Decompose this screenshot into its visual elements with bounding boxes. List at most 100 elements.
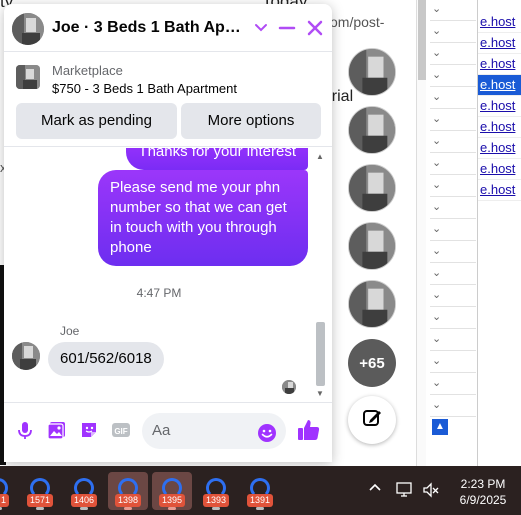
- outgoing-message: Thanks for your interest: [126, 148, 308, 170]
- bg-link-column: e.host e.host e.host e.host e.host e.hos…: [477, 0, 521, 466]
- mark-as-pending-button[interactable]: Mark as pending: [16, 103, 177, 139]
- app-badge: 1: [0, 494, 10, 507]
- app-badge: 1571: [27, 494, 54, 507]
- chevron-icon: ⌄: [432, 135, 442, 147]
- chevron-icon: ⌄: [432, 267, 442, 279]
- svg-text:GIF: GIF: [114, 427, 127, 436]
- taskbar-app-active[interactable]: 1395: [152, 472, 192, 510]
- chevron-down-icon[interactable]: [254, 18, 268, 38]
- app-badge: 1393: [203, 494, 230, 507]
- bg-row: ⌄: [430, 286, 476, 307]
- new-message-button[interactable]: [348, 396, 396, 444]
- contact-avatar[interactable]: [12, 13, 44, 45]
- chat-head-avatar[interactable]: [348, 280, 396, 328]
- bg-row: ⌄: [430, 264, 476, 285]
- bg-chevron-column: ⌄ ⌄ ⌄ ⌄ ⌄ ⌄ ⌄ ⌄ ⌄ ⌄ ⌄ ⌄ ⌄ ⌄ ⌄ ⌄ ⌄ ⌄ ⌄: [430, 0, 476, 466]
- running-indicator: [168, 507, 176, 510]
- bg-link[interactable]: e.host: [478, 33, 521, 54]
- sender-name: Joe: [60, 324, 80, 338]
- running-indicator: [36, 507, 44, 510]
- page-scrollbar-thumb[interactable]: [418, 0, 426, 80]
- sticker-icon[interactable]: [78, 419, 100, 441]
- chat-scrollbar[interactable]: ▲ ▼: [314, 152, 326, 398]
- taskbar-app[interactable]: 1: [0, 472, 18, 510]
- bg-link[interactable]: e.host: [478, 54, 521, 75]
- emoji-icon[interactable]: [256, 422, 278, 444]
- microphone-icon[interactable]: [14, 419, 36, 441]
- app-badge: 1395: [159, 494, 186, 507]
- scroll-up-button[interactable]: ▲: [432, 419, 448, 435]
- close-icon[interactable]: [304, 16, 326, 40]
- photo-icon[interactable]: [46, 419, 68, 441]
- system-clock[interactable]: 2:23 PM 6/9/2025: [452, 476, 514, 508]
- chat-head-avatar[interactable]: [348, 164, 396, 212]
- running-indicator: [124, 507, 132, 510]
- bg-row: ⌄: [430, 66, 476, 87]
- chat-head-avatar[interactable]: [348, 222, 396, 270]
- bg-link-selected[interactable]: e.host: [478, 75, 521, 96]
- seen-receipt-avatar: [282, 380, 296, 394]
- page-scrollbar[interactable]: [416, 0, 426, 466]
- listing-thumbnail[interactable]: [16, 65, 40, 89]
- bg-row: ⌄: [430, 110, 476, 131]
- volume-muted-icon[interactable]: [422, 482, 440, 501]
- chat-head-avatar[interactable]: [348, 48, 396, 96]
- bg-link[interactable]: e.host: [478, 159, 521, 180]
- chevron-icon: ⌄: [432, 355, 442, 367]
- chevron-up-icon[interactable]: [368, 480, 382, 497]
- sender-avatar[interactable]: [12, 342, 40, 370]
- running-indicator: [212, 507, 220, 510]
- chat-scrollbar-thumb[interactable]: [316, 322, 325, 386]
- outgoing-message: Please send me your phn number so that w…: [98, 170, 308, 266]
- conversation-title[interactable]: Joe · 3 Beds 1 Bath Apartm…: [52, 19, 248, 37]
- chat-header: Joe · 3 Beds 1 Bath Apartm…: [4, 4, 332, 52]
- gif-icon[interactable]: GIF: [110, 419, 132, 441]
- chevron-icon: ⌄: [432, 69, 442, 81]
- message-input[interactable]: Aa: [142, 413, 286, 449]
- chevron-icon: ⌄: [432, 289, 442, 301]
- chevron-icon: ⌄: [432, 91, 442, 103]
- chevron-icon: ⌄: [432, 25, 442, 37]
- chevron-icon: ⌄: [432, 399, 442, 411]
- listing-title[interactable]: $750 - 3 Beds 1 Bath Apartment: [52, 81, 237, 96]
- scroll-down-arrow-icon[interactable]: ▼: [316, 389, 324, 398]
- bg-row: ⌄: [430, 0, 476, 21]
- bg-row: ⌄: [430, 308, 476, 329]
- scroll-up-arrow-icon[interactable]: ▲: [316, 152, 324, 161]
- marketplace-listing-card: Marketplace $750 - 3 Beds 1 Bath Apartme…: [4, 53, 332, 147]
- chevron-icon: ⌄: [432, 223, 442, 235]
- bg-row: ⌄: [430, 220, 476, 241]
- chevron-icon: ⌄: [432, 333, 442, 345]
- bg-link[interactable]: e.host: [478, 180, 521, 201]
- taskbar-app[interactable]: 1393: [196, 472, 236, 510]
- network-icon[interactable]: [396, 482, 414, 501]
- bg-link[interactable]: e.host: [478, 12, 521, 33]
- clock-time: 2:23 PM: [460, 477, 506, 491]
- compose-icon: [361, 407, 383, 434]
- bg-link[interactable]: e.host: [478, 138, 521, 159]
- taskbar-app[interactable]: 1571: [20, 472, 60, 510]
- message-input-placeholder: Aa: [152, 422, 171, 439]
- taskbar-app[interactable]: 1391: [240, 472, 280, 510]
- thumbs-up-icon[interactable]: [296, 417, 322, 443]
- app-badge: 1391: [247, 494, 274, 507]
- chat-head-avatar[interactable]: [348, 106, 396, 154]
- minimize-icon[interactable]: [276, 16, 298, 40]
- bg-row: ⌄: [430, 88, 476, 109]
- bg-row: ⌄: [430, 44, 476, 65]
- bg-row: ⌄: [430, 242, 476, 263]
- chevron-icon: ⌄: [432, 311, 442, 323]
- more-chats-bubble[interactable]: +65: [348, 339, 396, 387]
- taskbar-app-active[interactable]: 1398: [108, 472, 148, 510]
- bg-link[interactable]: e.host: [478, 96, 521, 117]
- taskbar-app[interactable]: 1406: [64, 472, 104, 510]
- chevron-icon: ⌄: [432, 201, 442, 213]
- bg-link[interactable]: e.host: [478, 117, 521, 138]
- bg-row: ⌄: [430, 154, 476, 175]
- bg-row: ⌄: [430, 176, 476, 197]
- app-badge: 1406: [71, 494, 98, 507]
- chevron-icon: ⌄: [432, 47, 442, 59]
- marketplace-label: Marketplace: [52, 63, 123, 78]
- bg-row: ⌄: [430, 330, 476, 351]
- more-options-button[interactable]: More options: [181, 103, 321, 139]
